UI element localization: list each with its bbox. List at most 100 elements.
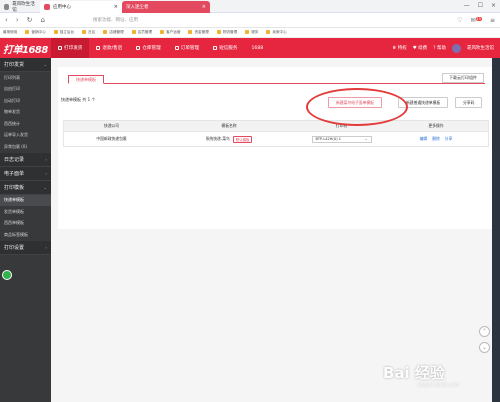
nav-label: 订单管理 [180, 46, 200, 51]
delete-link[interactable]: 删除 [432, 136, 440, 142]
home-icon[interactable]: ⌂ [41, 16, 45, 24]
bookmarks-bar: 最常使用 营销中心 独立后台 社区 店铺管理 店员管理 客户运营 资金管理 物流管理 服务 卖家中心 [0, 28, 500, 38]
username[interactable]: 靠风吹生活馆 [467, 45, 494, 51]
sidebar-section[interactable]: 打印模板 ⌄ [0, 180, 51, 195]
nav-sms[interactable]: 短信服务 [206, 38, 244, 58]
browser-tab-active[interactable]: 深入迷尘者 × [122, 1, 210, 13]
nav-refund[interactable]: 退款/售后 [89, 38, 129, 58]
renew-link[interactable]: ♥ 续费 [413, 45, 427, 51]
sidebar-item[interactable]: 发货单模板 [0, 206, 51, 218]
forward-icon[interactable]: › [16, 16, 19, 24]
new-cainiao-template-button[interactable]: 新建菜鸟电子面单模板 [328, 97, 382, 108]
sidebar-item[interactable]: 西西统计 [0, 118, 51, 130]
chevron-down-icon: ⌄ [364, 137, 368, 141]
cell-printer: BTP-L42H(U) 1 ⌄ [299, 135, 384, 143]
template-count: 快递单模板 共 1 个 [61, 97, 95, 103]
sidebar-item[interactable]: 自动打印 [0, 95, 51, 107]
nav-label: 打印发货 [64, 46, 83, 51]
bookmark-item[interactable]: 卖家中心 [266, 30, 286, 35]
bookmark-item[interactable]: 最常使用 [3, 30, 17, 35]
minimize-icon[interactable]: — [464, 2, 470, 9]
shop-icon [4, 4, 10, 10]
back-icon[interactable]: ‹ [5, 16, 8, 24]
avatar[interactable] [452, 43, 461, 53]
bookmark-item[interactable]: 资金管理 [188, 30, 208, 35]
sidebar-item[interactable]: 自由打印 [0, 84, 51, 96]
new-normal-template-button[interactable]: 新建普通快递单模板 [398, 97, 449, 108]
nav-print-ship[interactable]: 打印发货 [51, 38, 90, 58]
close-window-icon[interactable]: × [491, 2, 496, 9]
refund-icon [96, 46, 101, 50]
sidebar-section[interactable]: 打印设置 › [0, 240, 51, 255]
nav-label: 1688 [251, 45, 264, 51]
scroll-down-icon[interactable]: ⌄ [479, 342, 490, 353]
sidebar-section[interactable]: 日志记录 › [0, 152, 51, 167]
window-controls: — ☐ × [464, 2, 496, 9]
scroll-top-icon[interactable]: ⌃ [479, 326, 490, 337]
browser-tab-app-center[interactable]: 应用中心 × [40, 1, 122, 13]
sidebar-section[interactable]: 打印发货 ⌄ [0, 58, 51, 72]
sidebar-item[interactable]: 商品标签模板 [0, 229, 51, 241]
browser-tab-shop[interactable]: 靠风吹生活馆 [0, 1, 40, 13]
privilege-link[interactable]: ♛ 特权 [392, 45, 406, 51]
tab-express-template[interactable]: 快递单模板 [68, 75, 104, 84]
count-text: 共 [82, 97, 87, 102]
bookmark-item[interactable]: 营销中心 [25, 30, 45, 35]
sidebar-section-label: 打印模板 [4, 184, 25, 191]
template-panel: 快递单模板 下载云打印组件 快递单模板 共 1 个 新建菜鸟电子面单模板 新建普… [58, 67, 492, 229]
search-input[interactable]: 搜索功能、网址、应用 [93, 17, 138, 23]
sidebar-item[interactable]: 异常包裹 (0) [0, 141, 51, 153]
chevron-right-icon: › [45, 170, 47, 176]
bookmark-item[interactable]: 店员管理 [132, 30, 152, 35]
sidebar-item[interactable]: 运单导入发货 [0, 130, 51, 142]
nav-orders[interactable]: 订单管理 [168, 38, 206, 58]
desktop-edge [492, 58, 500, 402]
browser-toolbar-right: ♡ ✉15 ≡ [457, 16, 495, 24]
sidebar-section[interactable]: 电子面单 › [0, 166, 51, 181]
nav-warehouse[interactable]: 仓库管理 [129, 38, 167, 58]
renew-label: 续费 [418, 46, 428, 51]
sms-icon [213, 46, 218, 50]
download-print-component-button[interactable]: 下载云打印组件 [442, 73, 484, 83]
main-content: 快递单模板 下载云打印组件 快递单模板 共 1 个 新建菜鸟电子面单模板 新建普… [51, 58, 500, 402]
cell-company: 中国邮政快递包裹 [96, 136, 127, 141]
sidebar-item[interactable]: 物单发货 [0, 107, 51, 119]
sidebar-item[interactable]: 快递单模板 [0, 194, 51, 206]
sidebar-item[interactable]: 西西单模板 [0, 218, 51, 230]
col-company: 快递公司 [103, 123, 120, 128]
bookmark-item[interactable]: 独立后台 [54, 30, 74, 35]
chevron-down-icon: ⌄ [43, 62, 47, 67]
browser-tab-strip: 靠风吹生活馆 应用中心 × 深入迷尘者 × — ☐ × [0, 0, 500, 13]
count-label: 快递单模板 [61, 97, 81, 102]
refresh-icon[interactable]: ↻ [27, 16, 33, 24]
help-label: 帮助 [437, 46, 446, 51]
browser-tab-label: 应用中心 [53, 5, 71, 10]
chevron-right-icon: › [45, 244, 47, 250]
sidebar-item[interactable]: 打印列表 [0, 72, 51, 84]
notification-icon[interactable]: ✉15 [470, 16, 482, 24]
cell-template: 系统快递-菜鸟 默认模板 [159, 135, 299, 143]
bookmark-item[interactable]: 社区 [82, 30, 95, 35]
bookmark-item[interactable]: 客户运营 [160, 30, 180, 35]
printer-select[interactable]: BTP-L42H(U) 1 ⌄ [311, 135, 372, 143]
close-icon[interactable]: × [202, 4, 206, 10]
menu-icon[interactable]: ≡ [490, 17, 495, 24]
bookmark-item[interactable]: 店铺管理 [103, 30, 123, 35]
close-icon[interactable]: × [114, 4, 118, 10]
count-suffix: 个 [91, 97, 96, 102]
chat-icon[interactable] [2, 270, 12, 280]
share-code-button[interactable]: 分享码 [455, 97, 483, 108]
browser-tab-label: 深入迷尘者 [126, 5, 149, 10]
share-link[interactable]: 分享 [445, 136, 453, 142]
nav-label: 仓库管理 [142, 46, 161, 51]
bookmark-item[interactable]: 服务 [245, 30, 258, 35]
shield-icon[interactable]: ♡ [457, 17, 462, 24]
print-icon [58, 46, 62, 50]
maximize-icon[interactable]: ☐ [478, 2, 483, 9]
edit-link[interactable]: 编辑 [420, 136, 428, 142]
privilege-label: 特权 [397, 46, 407, 51]
nav-1688[interactable]: 1688 [245, 38, 271, 58]
help-link[interactable]: ? 帮助 [433, 45, 446, 51]
bookmark-item[interactable]: 物流管理 [217, 30, 237, 35]
panel-tabs: 快递单模板 [68, 74, 485, 84]
